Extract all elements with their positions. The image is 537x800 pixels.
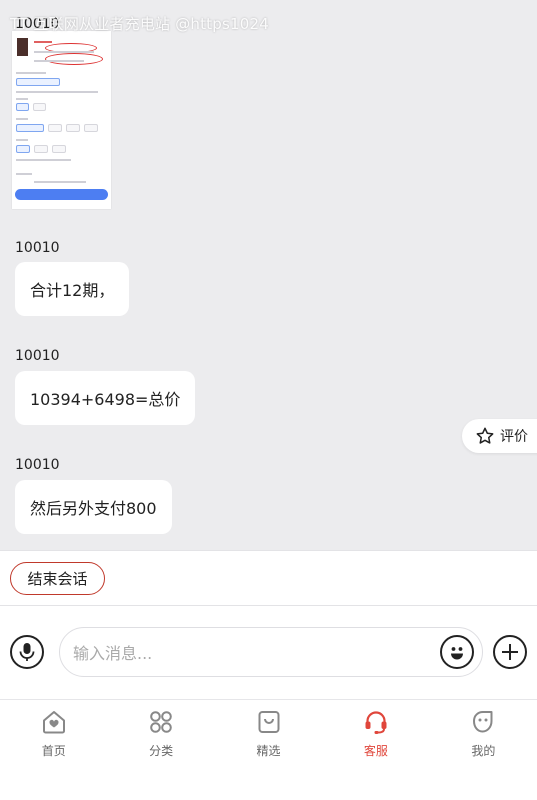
- message-input-placeholder: 输入消息...: [73, 644, 153, 663]
- emoji-button[interactable]: [440, 635, 474, 669]
- headset-icon: [365, 711, 387, 734]
- add-button[interactable]: [493, 635, 527, 669]
- tab-label: 首页: [41, 744, 66, 758]
- message-composer: 输入消息...: [0, 606, 537, 699]
- face-icon: [473, 711, 493, 733]
- microphone-icon: [19, 643, 35, 661]
- message-sender: 10010: [15, 240, 60, 256]
- smiley-icon: [451, 647, 463, 660]
- message-bubble[interactable]: 合计12期，: [15, 262, 130, 316]
- home-heart-icon: [42, 711, 65, 734]
- chat-area[interactable]: 10010 10010 合计12期， 10010 10394+6498=总价 1…: [0, 0, 537, 550]
- message-input[interactable]: 输入消息...: [59, 627, 483, 677]
- tab-profile[interactable]: 我的: [430, 700, 537, 800]
- image-message-thumbnail[interactable]: [12, 31, 111, 209]
- voice-button[interactable]: [10, 635, 44, 669]
- end-session-button[interactable]: 结束会话: [10, 562, 105, 595]
- tab-featured[interactable]: 精选: [215, 700, 322, 800]
- tab-customer-service[interactable]: 客服: [322, 700, 429, 800]
- star-outline-icon: [476, 427, 494, 444]
- tab-category[interactable]: 分类: [107, 700, 214, 800]
- grid-four-icon: [150, 711, 172, 733]
- message-sender: 10010: [15, 457, 60, 473]
- rate-button[interactable]: 评价: [462, 419, 537, 453]
- tab-label: 分类: [149, 744, 174, 758]
- bottom-tab-bar: 首页 分类 精选 客服 我的: [0, 699, 537, 800]
- message-bubble[interactable]: 10394+6498=总价: [15, 371, 196, 425]
- rate-label: 评价: [500, 429, 528, 445]
- message-bubble[interactable]: 然后另外支付800: [15, 480, 172, 534]
- plus-circle-icon: [502, 644, 518, 660]
- tab-label: 我的: [471, 744, 496, 758]
- watermark: TT 互联网从业者充电站 @https1024: [10, 15, 269, 33]
- tab-label: 精选: [256, 744, 281, 758]
- end-session-bar: 结束会话: [0, 550, 537, 606]
- shopping-bag-icon: [258, 711, 280, 733]
- tab-home[interactable]: 首页: [0, 700, 107, 800]
- tab-label: 客服: [363, 744, 388, 758]
- message-sender: 10010: [15, 348, 60, 364]
